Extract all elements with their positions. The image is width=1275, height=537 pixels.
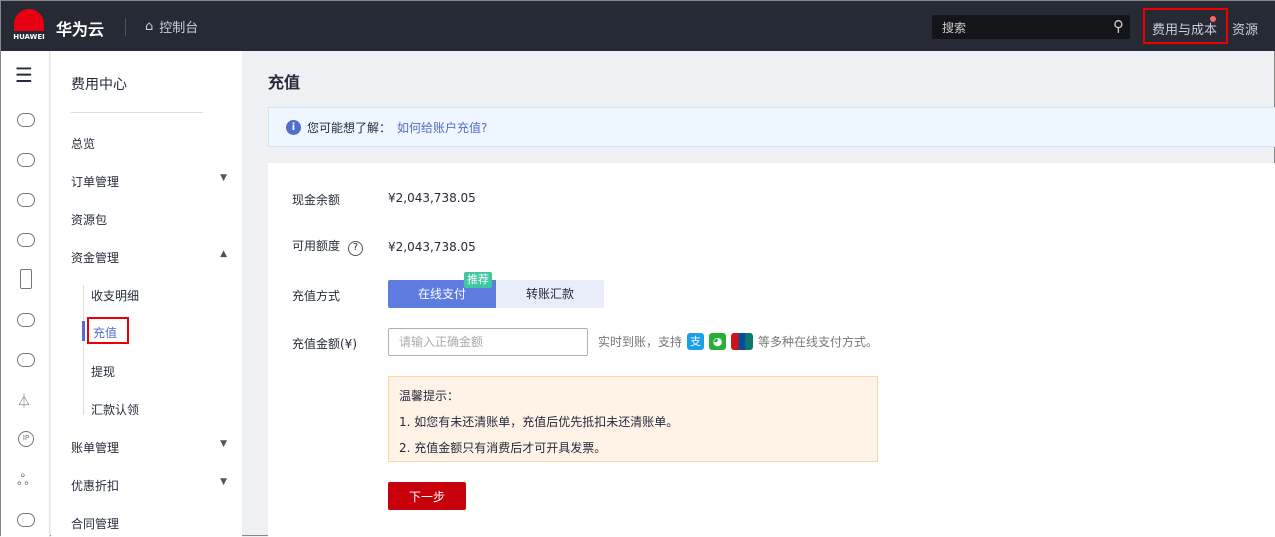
network-icon[interactable]: ⏃ [17,391,35,410]
cloud-service-icon[interactable] [17,233,35,247]
amount-input[interactable] [388,328,588,356]
resources-link[interactable]: 资源 [1232,19,1258,38]
method-label: 充值方式 [292,289,341,303]
brand-name[interactable]: 华为云 [56,16,104,40]
how-to-recharge-link[interactable]: 如何给账户充值? [397,119,487,136]
notification-dot [1210,16,1216,22]
recommend-badge: 推荐 [464,272,492,288]
cluster-icon[interactable]: ஃ [17,471,35,489]
fee-cost-link[interactable]: 费用与成本 [1143,8,1228,44]
page-title: 充值 [268,73,301,92]
submenu-line [83,285,84,415]
cloud-service-icon[interactable] [17,113,35,127]
service-rail: ☰ ⏃ IP ஃ [1,51,50,537]
ip-icon[interactable]: IP [18,431,34,447]
home-icon: ⌂ [145,19,154,34]
cloud-service-icon[interactable] [17,153,35,167]
menu-icon[interactable]: ☰ [15,63,33,87]
nav-item-funds[interactable]: 资金管理 ▲ [71,249,231,266]
available-label: 可用额度? [292,237,364,256]
console-link[interactable]: ⌂ 控制台 [145,17,198,36]
help-icon[interactable]: ? [348,241,364,256]
active-indicator [82,321,85,341]
side-nav: 费用中心 总览 订单管理 ▼ 资源包 资金管理 ▲ 收支明细 充值 提现 汇款认领 … [51,51,242,537]
payment-info: 实时到账，支持 支 ◕ 等多种在线支付方式。 [598,333,879,350]
chevron-up-icon: ▲ [220,249,227,259]
storage-icon[interactable] [20,269,32,289]
nav-title: 费用中心 [71,77,127,93]
main-content: 充值 i 您可能想了解： 如何给账户充值? 现金余额 ¥2,043,738.05… [243,51,1275,537]
info-tip: i 您可能想了解： 如何给账户充值? [268,107,1275,147]
nav-item-packages[interactable]: 资源包 [71,211,231,228]
search-input[interactable]: 搜索 ⚲ [932,15,1130,39]
cloud-refresh-icon[interactable] [17,353,35,367]
amount-label: 充值金额(¥) [292,337,357,351]
bank-transfer-tab[interactable]: 转账汇款 [496,280,604,308]
nav-item-contracts[interactable]: 合同管理 [71,515,231,532]
cash-balance-label: 现金余额 [292,193,341,207]
notice-box: 温馨提示： 1. 如您有未还清账单，充值后优先抵扣未还清账单。 2. 充值金额只… [388,376,878,462]
info-icon: i [286,119,301,135]
recharge-form: 现金余额 ¥2,043,738.05 可用额度? ¥2,043,738.05 充… [268,163,1275,537]
cash-balance-value: ¥2,043,738.05 [388,191,476,205]
unionpay-icon [731,333,754,350]
cloud-service-icon[interactable] [17,513,35,527]
alipay-icon: 支 [687,333,705,350]
divider [125,18,126,36]
chevron-down-icon: ▼ [220,477,227,487]
available-value: ¥2,043,738.05 [388,240,476,254]
divider [71,112,203,113]
nav-sub-recharge[interactable]: 充值 [87,317,129,344]
nav-item-overview[interactable]: 总览 [71,135,231,152]
search-icon[interactable]: ⚲ [1113,17,1124,35]
huawei-logo[interactable]: HUAWEI [13,9,45,43]
next-step-button[interactable]: 下一步 [388,482,466,510]
wechat-pay-icon: ◕ [709,333,727,350]
cloud-service-icon[interactable] [17,193,35,207]
chevron-down-icon: ▼ [220,173,227,183]
top-header: HUAWEI 华为云 ⌂ 控制台 搜索 ⚲ 费用与成本 资源 [1,1,1275,51]
nav-sub-remittance[interactable]: 汇款认领 [91,401,251,418]
cloud-upload-icon[interactable] [17,313,35,327]
nav-item-discounts[interactable]: 优惠折扣 ▼ [71,477,231,494]
nav-sub-withdraw[interactable]: 提现 [91,363,251,380]
nav-sub-transactions[interactable]: 收支明细 [91,287,251,304]
nav-item-orders[interactable]: 订单管理 ▼ [71,173,231,190]
nav-item-bills[interactable]: 账单管理 ▼ [71,439,231,456]
chevron-down-icon: ▼ [220,439,227,449]
